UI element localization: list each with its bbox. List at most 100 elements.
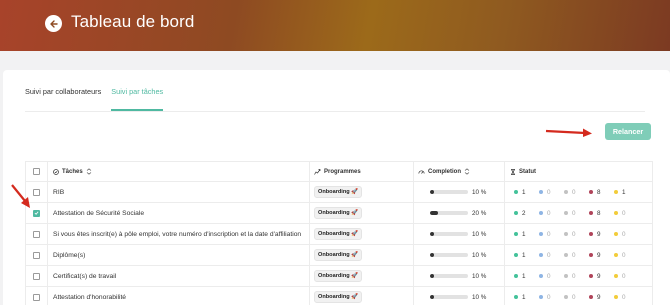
status-count: 0: [539, 294, 564, 301]
status-count-value: 8: [597, 209, 601, 217]
status-count-value: 0: [622, 230, 626, 238]
task-name[interactable]: Si vous êtes inscrit(e) à pôle emploi, v…: [53, 224, 301, 244]
status-dot-icon: [539, 211, 543, 215]
status-count-value: 0: [572, 272, 576, 280]
status-count: 0: [614, 273, 639, 280]
header-taches[interactable]: Tâches: [53, 162, 92, 181]
status-count-value: 1: [522, 293, 526, 301]
relancer-button[interactable]: Relancer: [605, 123, 651, 140]
table-row[interactable]: Attestation de Sécurité Sociale Onboardin…: [26, 203, 652, 224]
table-row[interactable]: RIB Onboarding 🚀 10 % 1 0 0 8 1: [26, 182, 652, 203]
row-checkbox[interactable]: [33, 188, 40, 196]
top-header: Tableau de bord: [0, 0, 670, 51]
back-button[interactable]: [45, 15, 62, 32]
status-count: 9: [589, 273, 614, 280]
gauge-icon: [418, 170, 425, 174]
status-count: 0: [564, 189, 589, 196]
table-row[interactable]: Attestation d'honorabilité Onboarding 🚀 10…: [26, 287, 652, 305]
status-count-value: 2: [522, 209, 526, 217]
status-dot-icon: [514, 190, 518, 194]
status-count: 1: [514, 273, 539, 280]
completion-percent: 10 %: [472, 251, 487, 259]
tab-suivi-taches[interactable]: Suivi par tâches: [111, 87, 164, 111]
status-count-value: 9: [597, 230, 601, 238]
task-name[interactable]: Attestation de Sécurité Sociale: [53, 203, 144, 223]
completion-bar-fill: [430, 295, 434, 299]
status-count-value: 1: [522, 251, 526, 259]
completion-bar: [430, 211, 468, 215]
table-row[interactable]: Diplôme(s) Onboarding 🚀 10 % 1 0 0 9 0: [26, 245, 652, 266]
row-checkbox[interactable]: [33, 230, 40, 238]
table-body: RIB Onboarding 🚀 10 % 1 0 0 8 1 Attestation de S…: [26, 182, 652, 305]
table-row[interactable]: Si vous êtes inscrit(e) à pôle emploi, v…: [26, 224, 652, 245]
status-dot-icon: [514, 253, 518, 257]
tasks-table: Tâches Programmes Completion Statut RIB O…: [25, 161, 653, 305]
status-count-value: 0: [547, 209, 551, 217]
row-checkbox[interactable]: [33, 272, 40, 280]
status-count-value: 0: [547, 230, 551, 238]
completion-bar: [430, 190, 468, 194]
tab-divider: [25, 111, 645, 112]
header-completion[interactable]: Completion: [418, 162, 470, 181]
status-count: 8: [589, 189, 614, 196]
status-dot-icon: [514, 232, 518, 236]
select-all-checkbox[interactable]: [33, 168, 40, 175]
task-name[interactable]: Diplôme(s): [53, 245, 85, 265]
table-row[interactable]: Certificat(s) de travail Onboarding 🚀 10 %…: [26, 266, 652, 287]
status-dot-icon: [514, 274, 518, 278]
status-count-value: 0: [547, 293, 551, 301]
status-dot-icon: [539, 274, 543, 278]
status-count-value: 0: [547, 251, 551, 259]
status-count-value: 8: [597, 188, 601, 196]
status-count-value: 0: [572, 293, 576, 301]
completion-bar: [430, 295, 468, 299]
status-count: 0: [539, 189, 564, 196]
page-title: Tableau de bord: [71, 12, 195, 31]
status-count: 9: [589, 252, 614, 259]
task-name[interactable]: Attestation d'honorabilité: [53, 287, 126, 305]
status-count: 2: [514, 210, 539, 217]
program-icon: [314, 168, 321, 175]
sort-icon: [86, 168, 91, 175]
status-count: 0: [539, 273, 564, 280]
program-badge: Onboarding 🚀: [314, 249, 363, 261]
row-checkbox[interactable]: [33, 293, 40, 301]
completion-bar-fill: [430, 232, 434, 236]
status-count-value: 0: [572, 230, 576, 238]
status-count-value: 1: [522, 188, 526, 196]
task-name[interactable]: Certificat(s) de travail: [53, 266, 116, 286]
status-count-value: 1: [522, 272, 526, 280]
status-dot-icon: [564, 274, 568, 278]
header-taches-label: Tâches: [62, 168, 83, 175]
status-count-value: 1: [622, 188, 626, 196]
status-count: 1: [614, 189, 639, 196]
completion-percent: 10 %: [472, 230, 487, 238]
program-badge: Onboarding 🚀: [314, 186, 363, 198]
status-count-value: 0: [572, 209, 576, 217]
completion-percent: 20 %: [472, 209, 487, 217]
status-count-value: 0: [622, 251, 626, 259]
row-checkbox[interactable]: [33, 251, 40, 259]
red-arrow-annotation-icon: [11, 184, 30, 208]
status-dot-icon: [564, 232, 568, 236]
completion-bar-fill: [430, 274, 434, 278]
status-dot-icon: [564, 253, 568, 257]
row-checkbox[interactable]: [33, 209, 40, 217]
task-name[interactable]: RIB: [53, 182, 64, 202]
program-badge: Onboarding 🚀: [314, 270, 363, 282]
status-dot-icon: [514, 295, 518, 299]
status-count: 1: [514, 252, 539, 259]
status-dot-icon: [564, 295, 568, 299]
status-dot-icon: [539, 190, 543, 194]
status-dot-icon: [614, 295, 618, 299]
status-count: 0: [564, 252, 589, 259]
status-count: 1: [514, 189, 539, 196]
completion-bar: [430, 232, 468, 236]
status-dot-icon: [614, 232, 618, 236]
status-count-value: 0: [622, 293, 626, 301]
status-count-value: 9: [597, 251, 601, 259]
tab-suivi-collaborateurs[interactable]: Suivi par collaborateurs: [25, 87, 101, 111]
status-count-value: 0: [572, 251, 576, 259]
status-dot-icon: [589, 274, 593, 278]
header-programmes-label: Programmes: [324, 168, 361, 175]
